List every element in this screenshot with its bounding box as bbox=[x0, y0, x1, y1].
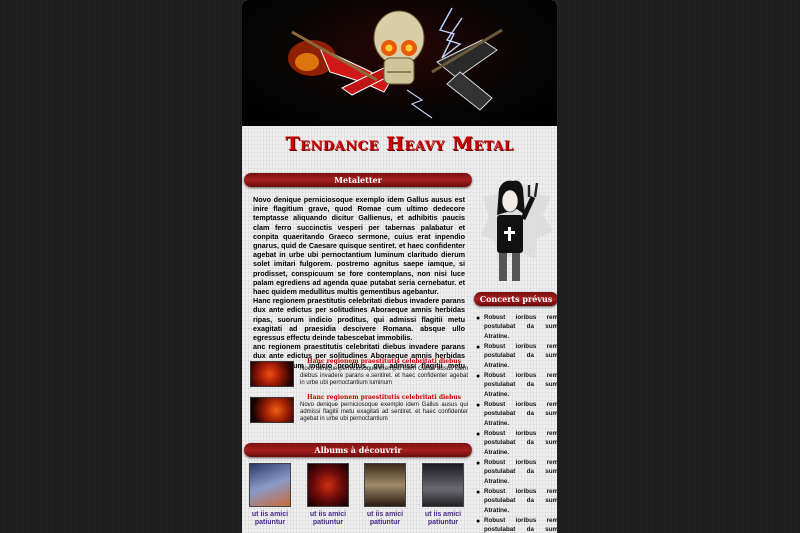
skull-right-pupil bbox=[405, 44, 413, 52]
news-item[interactable]: Hanc regionem praestitutis celebritati d… bbox=[250, 358, 468, 388]
skull-head bbox=[373, 10, 425, 66]
concert-item[interactable]: ●Robust ioribus rem postulabat da sum At… bbox=[474, 516, 557, 533]
bullet-icon: ● bbox=[476, 489, 481, 496]
lightning-bolt-lower bbox=[406, 89, 433, 119]
main-paragraph: Hanc regionem praestitutis celebritati d… bbox=[253, 296, 465, 343]
concert-item[interactable]: ●Robust ioribus rem postulabat da sum At… bbox=[474, 487, 557, 516]
concert-item[interactable]: ●Robust ioribus rem postulabat da sum At… bbox=[474, 371, 557, 400]
album-caption[interactable]: ut iis amici patiuntur bbox=[303, 511, 353, 527]
news-thumbnail[interactable] bbox=[250, 361, 294, 387]
rocker-illustration bbox=[481, 179, 553, 281]
album-item[interactable]: ut iis amici patiuntur bbox=[303, 463, 353, 527]
header-banner bbox=[242, 0, 557, 126]
concert-item[interactable]: ●Robust ioribus rem postulabat da sum At… bbox=[474, 429, 557, 458]
concert-item[interactable]: ●Robust ioribus rem postulabat da sum At… bbox=[474, 342, 557, 371]
banner-artwork bbox=[288, 7, 503, 119]
news-body: Novo denique perniciosoque exemplo idem … bbox=[300, 366, 468, 386]
albums-heading: Albums à découvrir bbox=[244, 443, 472, 457]
bullet-icon: ● bbox=[476, 431, 481, 438]
concerts-heading: Concerts prévus bbox=[474, 292, 557, 306]
metaletter-heading: Metaletter bbox=[244, 173, 472, 187]
bullet-icon: ● bbox=[476, 402, 481, 409]
album-cover[interactable] bbox=[307, 463, 349, 507]
bullet-icon: ● bbox=[476, 373, 481, 380]
album-item[interactable]: ut iis amici patiuntur bbox=[418, 463, 468, 527]
news-title[interactable]: Hanc regionem praestitutis celebritati d… bbox=[300, 358, 468, 365]
concert-item[interactable]: ●Robust ioribus rem postulabat da sum At… bbox=[474, 400, 557, 429]
album-item[interactable]: ut iis amici patiuntur bbox=[360, 463, 410, 527]
news-body: Novo denique perniciosoque exemplo idem … bbox=[300, 402, 468, 422]
news-thumbnail[interactable] bbox=[250, 397, 294, 423]
bullet-icon: ● bbox=[476, 344, 481, 351]
skull-jaw bbox=[383, 57, 415, 85]
album-item[interactable]: ut iis amici patiuntur bbox=[245, 463, 295, 527]
album-caption[interactable]: ut iis amici patiuntur bbox=[245, 511, 295, 527]
bullet-icon: ● bbox=[476, 460, 481, 467]
site-title: Tendance Heavy Metal bbox=[285, 133, 514, 155]
skull-left-pupil bbox=[385, 44, 393, 52]
main-text: Novo denique perniciosoque exemplo idem … bbox=[253, 195, 465, 379]
page-container: Tendance Heavy Metal Metaletter Novo den… bbox=[242, 0, 557, 533]
rocker-face bbox=[501, 189, 519, 213]
news-title[interactable]: Hanc regionem praestitutis celebritati d… bbox=[300, 394, 468, 401]
black-guitar-body bbox=[436, 39, 498, 79]
flame-core bbox=[295, 53, 319, 71]
album-caption[interactable]: ut iis amici patiuntur bbox=[418, 511, 468, 527]
news-item[interactable]: Hanc regionem praestitutis celebritati d… bbox=[250, 394, 468, 424]
rocker-right-leg bbox=[512, 253, 520, 281]
concert-item[interactable]: ●Robust ioribus rem postulabat da sum At… bbox=[474, 313, 557, 342]
album-cover[interactable] bbox=[249, 463, 291, 507]
album-cover[interactable] bbox=[422, 463, 464, 507]
album-cover[interactable] bbox=[364, 463, 406, 507]
bullet-icon: ● bbox=[476, 518, 481, 525]
cross-horizontal bbox=[504, 231, 515, 234]
concert-list: ● Robust ioribus rem postulabat da sum At… bbox=[474, 313, 557, 533]
rocker-left-leg bbox=[499, 253, 507, 281]
black-guitar-wing bbox=[446, 71, 493, 111]
lightning-bolt bbox=[438, 7, 463, 59]
album-caption[interactable]: ut iis amici patiuntur bbox=[360, 511, 410, 527]
concert-item[interactable]: ●Robust ioribus rem postulabat da sum At… bbox=[474, 458, 557, 487]
bullet-icon: ● bbox=[476, 315, 481, 322]
main-paragraph: Novo denique perniciosoque exemplo idem … bbox=[253, 195, 465, 297]
